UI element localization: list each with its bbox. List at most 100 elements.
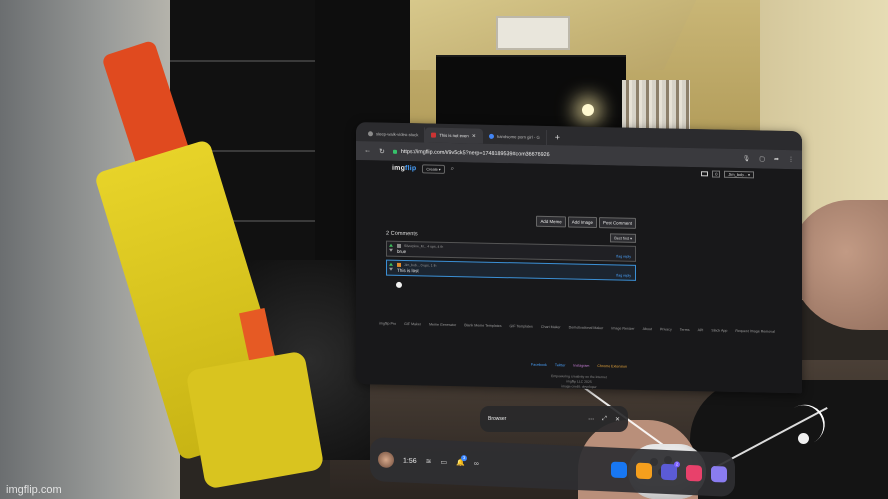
footer-link[interactable]: Demotivational Maker bbox=[569, 325, 604, 330]
resize-icon[interactable]: ⤢ bbox=[602, 416, 607, 423]
camera-app-icon[interactable] bbox=[686, 464, 702, 482]
wifi-icon[interactable]: ≋ bbox=[426, 457, 432, 465]
favicon-icon bbox=[431, 132, 437, 138]
header-user-area: 0 Jim_bob... ▾ bbox=[701, 170, 754, 179]
watermark-text: imgflip.com bbox=[6, 484, 62, 496]
search-icon[interactable]: ⌕ bbox=[451, 166, 454, 173]
favicon-icon bbox=[488, 133, 494, 139]
footer-link[interactable]: Terms bbox=[680, 328, 690, 332]
window-control-bar[interactable]: Browser ⋯ ⤢ ✕ bbox=[480, 406, 628, 432]
apps-grid-icon[interactable] bbox=[711, 465, 727, 483]
window-title: Browser bbox=[488, 416, 507, 422]
app-badge: 2 bbox=[674, 461, 680, 468]
footer-links: imgflip Pro GIF Maker Meme Generator Bla… bbox=[372, 321, 782, 334]
tab-1[interactable]: sleep-walk-video-stuck bbox=[362, 126, 426, 143]
add-image-button[interactable]: Add Image bbox=[567, 216, 597, 229]
vote-controls bbox=[389, 243, 393, 252]
cursor-dot bbox=[396, 281, 402, 288]
create-dropdown[interactable]: Create ▾ bbox=[422, 164, 445, 174]
comments-title: 2 Comments bbox=[386, 230, 418, 237]
footer-link[interactable]: Request Image Removal bbox=[735, 329, 775, 334]
blaster-grip bbox=[185, 350, 325, 490]
url-text: https://imgflip.com/i/9v5ck5?nerp=174818… bbox=[400, 148, 550, 158]
instagram-link[interactable]: Instagram bbox=[573, 364, 589, 368]
more-icon[interactable]: ⋮ bbox=[788, 156, 794, 163]
mail-icon[interactable] bbox=[701, 171, 709, 177]
footer-link[interactable]: Slack App bbox=[711, 328, 727, 332]
footer-link[interactable]: Privacy bbox=[660, 327, 672, 331]
site-logo[interactable]: imgflip bbox=[392, 165, 416, 173]
bag-app-icon[interactable] bbox=[636, 462, 652, 480]
avatar[interactable] bbox=[378, 451, 394, 469]
share-icon[interactable]: ➦ bbox=[774, 156, 779, 163]
back-arrow-icon[interactable]: ← bbox=[364, 147, 371, 154]
avatar[interactable] bbox=[397, 262, 401, 267]
microphone-icon[interactable]: 🎙 bbox=[743, 155, 751, 162]
logo-prefix: img bbox=[392, 164, 406, 173]
comment-meta-text: Silverpine_M... 4 ups, 4 th bbox=[404, 244, 444, 249]
add-meme-button[interactable]: Add Meme bbox=[536, 215, 566, 228]
comment-item: Jim_bob... 0 ups, 1 th This is lost flag… bbox=[386, 259, 636, 281]
glasses-icon[interactable]: ∞ bbox=[474, 460, 479, 467]
browser-window: sleep-walk-video-stuck This is not even … bbox=[356, 122, 802, 394]
television bbox=[436, 55, 626, 132]
notification-count[interactable]: 0 bbox=[712, 170, 721, 178]
web-page: imgflip Create ▾ ⌕ 0 Jim_bob... ▾ Add Me… bbox=[356, 160, 802, 394]
downvote-icon[interactable] bbox=[389, 248, 393, 252]
comment-actions: Add Meme Add Image Post Comment bbox=[386, 213, 636, 229]
reply-link[interactable]: flag reply bbox=[616, 254, 631, 258]
tab-label: handsome porn girl - G bbox=[496, 133, 540, 140]
wall-frame bbox=[496, 16, 570, 50]
footer-link[interactable]: Blank Meme Templates bbox=[464, 323, 501, 328]
address-bar[interactable]: https://imgflip.com/i/9v5ck5?nerp=174818… bbox=[392, 148, 735, 161]
tab-2[interactable]: This is not even ✕ bbox=[425, 127, 483, 144]
tab-3[interactable]: handsome porn girl - G bbox=[482, 128, 547, 145]
tab-label: This is not even bbox=[439, 132, 469, 139]
sort-dropdown[interactable]: Best first ▾ bbox=[610, 233, 636, 243]
bookshelf bbox=[622, 80, 690, 130]
twitter-link[interactable]: Twitter bbox=[555, 363, 566, 367]
pointer-dot bbox=[798, 433, 809, 444]
footer-link[interactable]: imgflip Pro bbox=[379, 321, 396, 325]
dock-spacer bbox=[488, 464, 602, 469]
tabs-icon[interactable]: ▢ bbox=[759, 155, 765, 162]
footer-link[interactable]: GIF Maker bbox=[404, 322, 421, 326]
comments-section: Add Meme Add Image Post Comment 2 Commen… bbox=[386, 215, 636, 281]
knee bbox=[790, 200, 888, 330]
comment-meta-text: Jim_bob... 0 ups, 1 th bbox=[404, 263, 437, 268]
facebook-link[interactable]: Facebook bbox=[531, 363, 547, 367]
footer-link[interactable]: GIF Templates bbox=[510, 324, 533, 328]
downvote-icon[interactable] bbox=[389, 267, 393, 271]
upvote-icon[interactable] bbox=[389, 262, 393, 266]
chrome-extension-link[interactable]: Chrome Extension bbox=[597, 364, 627, 369]
clock: 1:56 bbox=[403, 456, 417, 465]
battery-icon[interactable]: ▭ bbox=[441, 458, 448, 466]
post-comment-button[interactable]: Post Comment bbox=[598, 217, 636, 229]
favicon-icon bbox=[368, 131, 373, 137]
toolbar-actions: 🎙 ▢ ➦ ⋮ bbox=[743, 155, 794, 163]
avatar[interactable] bbox=[397, 243, 401, 248]
lock-icon bbox=[392, 149, 397, 154]
lamp-light bbox=[582, 104, 594, 116]
close-icon[interactable]: ✕ bbox=[472, 133, 476, 139]
tab-label: sleep-walk-video-stuck bbox=[376, 131, 419, 138]
close-icon[interactable]: ✕ bbox=[615, 416, 620, 423]
footer-link[interactable]: Image Resizer bbox=[611, 326, 634, 330]
vote-controls bbox=[389, 262, 393, 271]
footer-link[interactable]: API bbox=[698, 328, 704, 332]
footer-link[interactable]: Chart Maker bbox=[541, 325, 561, 329]
logo-suffix: flip bbox=[405, 165, 417, 173]
footer-social-links: Facebook Twitter Instagram Chrome Extens… bbox=[356, 359, 802, 372]
user-menu[interactable]: Jim_bob... ▾ bbox=[724, 170, 754, 179]
footer-link[interactable]: About bbox=[643, 327, 652, 331]
new-tab-icon[interactable]: + bbox=[547, 130, 568, 145]
footer-link[interactable]: Meme Generator bbox=[429, 323, 456, 328]
upvote-icon[interactable] bbox=[389, 243, 393, 247]
bell-icon[interactable]: 🔔 3 bbox=[456, 454, 468, 467]
more-icon[interactable]: ⋯ bbox=[588, 416, 594, 423]
store-app-icon[interactable] bbox=[611, 461, 627, 479]
comment-item: Silverpine_M... 4 ups, 4 th brue flag re… bbox=[386, 240, 636, 262]
reply-link[interactable]: flag reply bbox=[616, 273, 631, 277]
reload-icon[interactable]: ↻ bbox=[379, 147, 385, 155]
people-app-icon[interactable]: 2 bbox=[661, 461, 680, 481]
